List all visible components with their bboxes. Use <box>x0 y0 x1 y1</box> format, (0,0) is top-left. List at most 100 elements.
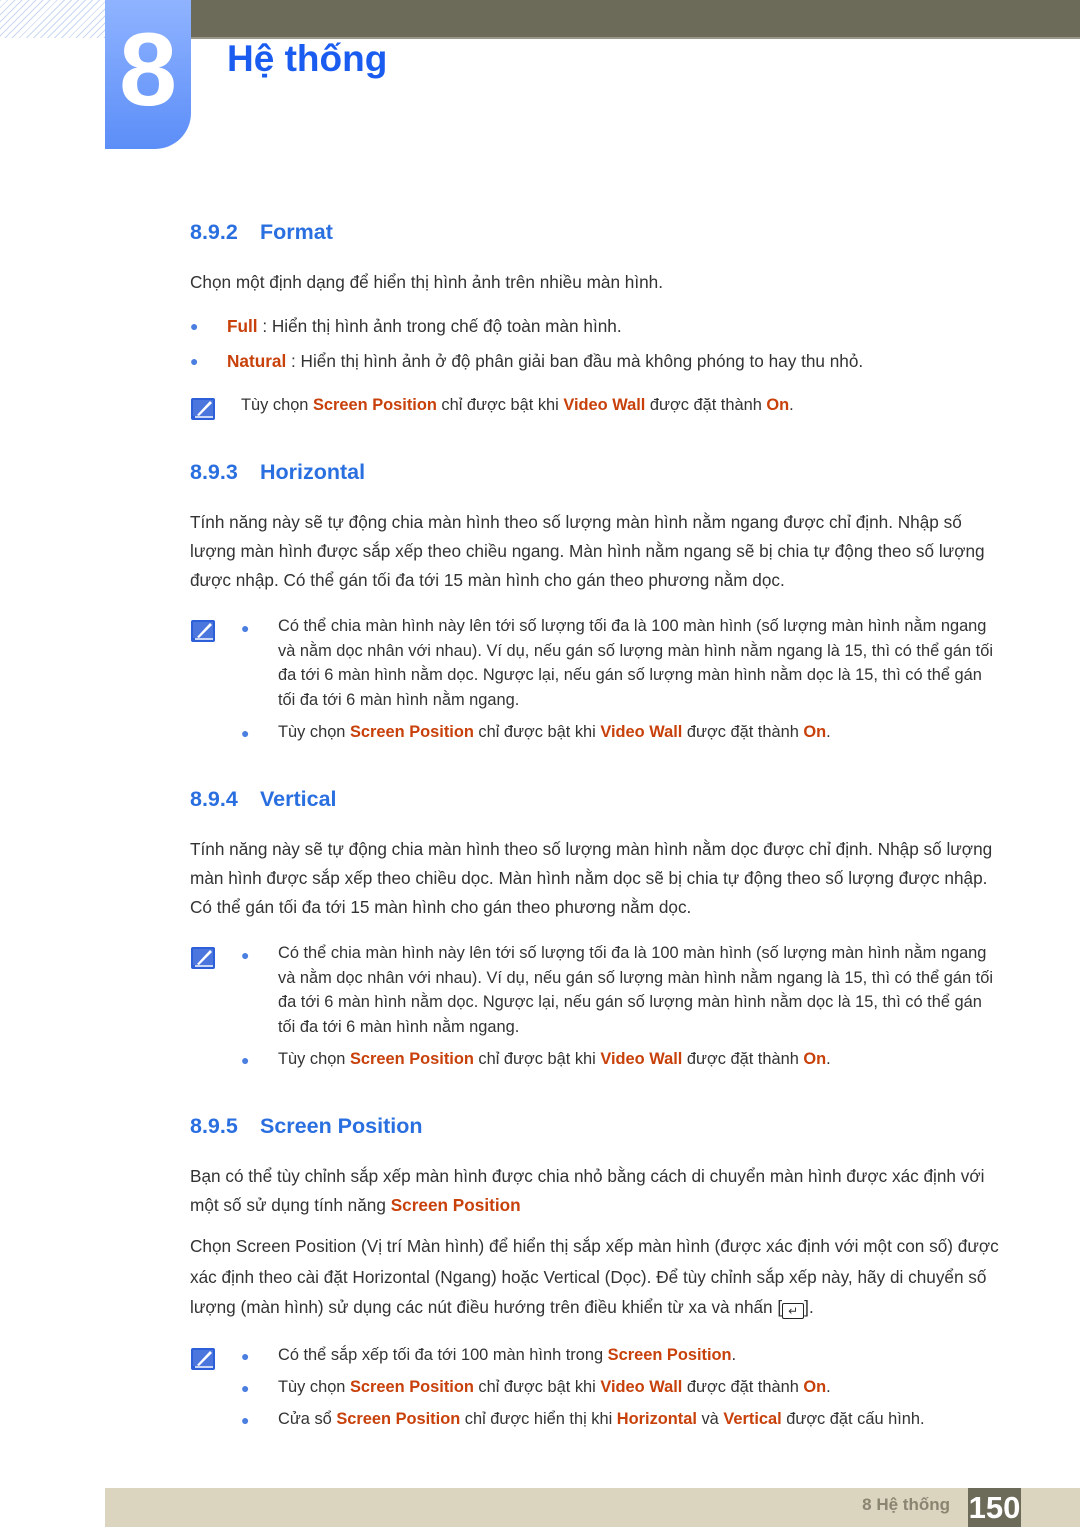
text-segment: . <box>789 396 794 414</box>
note-text: Tùy chọn Screen Position chỉ được bật kh… <box>278 1047 1003 1072</box>
text-segment: Tùy chọn <box>278 723 350 741</box>
text-segment: Có thể sắp xếp tối đa tới 100 màn hình t… <box>278 1346 608 1364</box>
highlight-term: On <box>803 1050 827 1068</box>
text-segment: . <box>731 1346 737 1364</box>
section-number: 8.9.3 <box>190 460 238 484</box>
section-heading-vertical: 8.9.4 Vertical <box>190 787 337 812</box>
bullet-icon: ● <box>241 1052 250 1068</box>
text-segment: . <box>826 1050 831 1068</box>
section-title: Format <box>260 220 333 244</box>
highlight-term: Screen Position <box>336 1410 461 1428</box>
text-segment: được đặt thành <box>682 1050 804 1068</box>
highlight-term: Full <box>227 316 258 336</box>
text-segment: : Hiển thị hình ảnh ở độ phân giải ban đ… <box>286 351 864 371</box>
paragraph: Tính năng này sẽ tự động chia màn hình t… <box>190 835 1005 922</box>
section-heading-format: 8.9.2 Format <box>190 220 333 245</box>
text-segment: . <box>826 1378 831 1396</box>
highlight-term: Screen Position <box>390 1195 521 1215</box>
note-text: Tùy chọn Screen Position chỉ được bật kh… <box>278 720 1003 745</box>
note-text: Có thể sắp xếp tối đa tới 100 màn hình t… <box>278 1343 1003 1368</box>
footer: 8 Hệ thống 150 <box>105 1488 1080 1527</box>
text-segment: chỉ được bật khi <box>473 723 601 741</box>
note-icon <box>190 1346 218 1372</box>
bullet-icon: ● <box>241 947 250 963</box>
text-segment: Bạn có thể tùy chỉnh sắp xếp màn hình đư… <box>190 1166 985 1215</box>
note-icon <box>190 396 218 422</box>
paragraph: Bạn có thể tùy chỉnh sắp xếp màn hình đư… <box>190 1162 1005 1220</box>
bullet-item: Full : Hiển thị hình ảnh trong chế độ to… <box>227 316 622 337</box>
bullet-icon: ● <box>241 620 250 636</box>
enter-icon: ↵ <box>782 1303 805 1319</box>
highlight-term: Screen Position <box>349 723 474 741</box>
text-segment: được đặt thành <box>682 723 804 741</box>
note-text: Có thể chia màn hình này lên tới số lượn… <box>278 941 1003 1039</box>
text-segment: chỉ được hiển thị khi <box>460 1410 617 1428</box>
note-text: Cửa sổ Screen Position chỉ được hiển thị… <box>278 1407 1003 1432</box>
bullet-icon: ● <box>190 353 199 369</box>
text-segment: Chọn một định dạng để hiển thị hình ảnh … <box>190 272 664 292</box>
highlight-term: Screen Position <box>349 1050 474 1068</box>
bullet-item: Natural : Hiển thị hình ảnh ở độ phân gi… <box>227 351 863 372</box>
decorative-hatch <box>0 0 105 38</box>
text-segment: Cửa sổ <box>278 1410 337 1428</box>
paragraph: Tính năng này sẽ tự động chia màn hình t… <box>190 508 1005 595</box>
note-text: Tùy chọn Screen Position chỉ được bật kh… <box>241 393 966 418</box>
bullet-icon: ● <box>241 725 250 741</box>
text-segment: ]. <box>804 1297 814 1317</box>
highlight-term: On <box>766 396 790 414</box>
highlight-term: Natural <box>227 351 287 371</box>
highlight-term: Video Wall <box>600 723 683 741</box>
text-segment: được đặt thành <box>645 396 767 414</box>
highlight-term: Screen Position <box>607 1346 732 1364</box>
bullet-icon: ● <box>241 1348 250 1364</box>
section-number: 8.9.2 <box>190 220 238 244</box>
text-segment: Có thể chia màn hình này lên tới số lượn… <box>278 944 993 1036</box>
highlight-term: On <box>803 1378 827 1396</box>
highlight-term: Vertical <box>723 1410 782 1428</box>
footer-chapter-label: 8 Hệ thống <box>862 1495 950 1514</box>
highlight-term: Horizontal <box>616 1410 697 1428</box>
text-segment: Tính năng này sẽ tự động chia màn hình t… <box>190 512 985 590</box>
text-segment: chỉ được bật khi <box>473 1378 601 1396</box>
section-title: Screen Position <box>260 1114 423 1138</box>
chapter-number-badge: 8 <box>105 0 191 149</box>
text-segment: chỉ được bật khi <box>473 1050 601 1068</box>
text-segment: Có thể chia màn hình này lên tới số lượn… <box>278 617 993 709</box>
page-number: 150 <box>968 1488 1021 1527</box>
text-segment: : Hiển thị hình ảnh trong chế độ toàn mà… <box>257 316 622 336</box>
bullet-icon: ● <box>190 318 199 334</box>
highlight-term: On <box>803 723 827 741</box>
text-segment: chỉ được bật khi <box>436 396 564 414</box>
highlight-term: Screen Position <box>312 396 437 414</box>
section-title: Horizontal <box>260 460 366 484</box>
section-heading-horizontal: 8.9.3 Horizontal <box>190 460 365 485</box>
section-number: 8.9.5 <box>190 1114 238 1138</box>
paragraph: Chọn Screen Position (Vị trí Màn hình) đ… <box>190 1231 1005 1323</box>
note-icon <box>190 945 218 971</box>
text-segment: Tính năng này sẽ tự động chia màn hình t… <box>190 839 993 917</box>
document-page: 8 Hệ thống 8.9.2 Format Chọn một định dạn… <box>0 0 1080 1527</box>
paragraph: Chọn một định dạng để hiển thị hình ảnh … <box>190 268 1005 297</box>
text-segment: Tùy chọn <box>278 1050 350 1068</box>
text-segment: . <box>826 723 831 741</box>
text-segment: và <box>696 1410 724 1428</box>
section-heading-screen-position: 8.9.5 Screen Position <box>190 1114 423 1139</box>
chapter-title: Hệ thống <box>227 38 388 79</box>
highlight-term: Screen Position <box>349 1378 474 1396</box>
note-text: Có thể chia màn hình này lên tới số lượn… <box>278 614 1003 712</box>
text-segment: Tùy chọn <box>278 1378 350 1396</box>
highlight-term: Video Wall <box>563 396 646 414</box>
highlight-term: Video Wall <box>600 1050 683 1068</box>
section-title: Vertical <box>260 787 337 811</box>
bullet-icon: ● <box>241 1412 250 1428</box>
highlight-term: Video Wall <box>600 1378 683 1396</box>
text-segment: Tùy chọn <box>241 396 313 414</box>
text-segment: Chọn Screen Position (Vị trí Màn hình) đ… <box>190 1236 999 1317</box>
text-segment: được đặt cấu hình. <box>781 1410 925 1428</box>
header-bar <box>190 0 1080 39</box>
text-segment: được đặt thành <box>682 1378 804 1396</box>
section-number: 8.9.4 <box>190 787 238 811</box>
bullet-icon: ● <box>241 1380 250 1396</box>
note-text: Tùy chọn Screen Position chỉ được bật kh… <box>278 1375 1003 1400</box>
note-icon <box>190 618 218 644</box>
